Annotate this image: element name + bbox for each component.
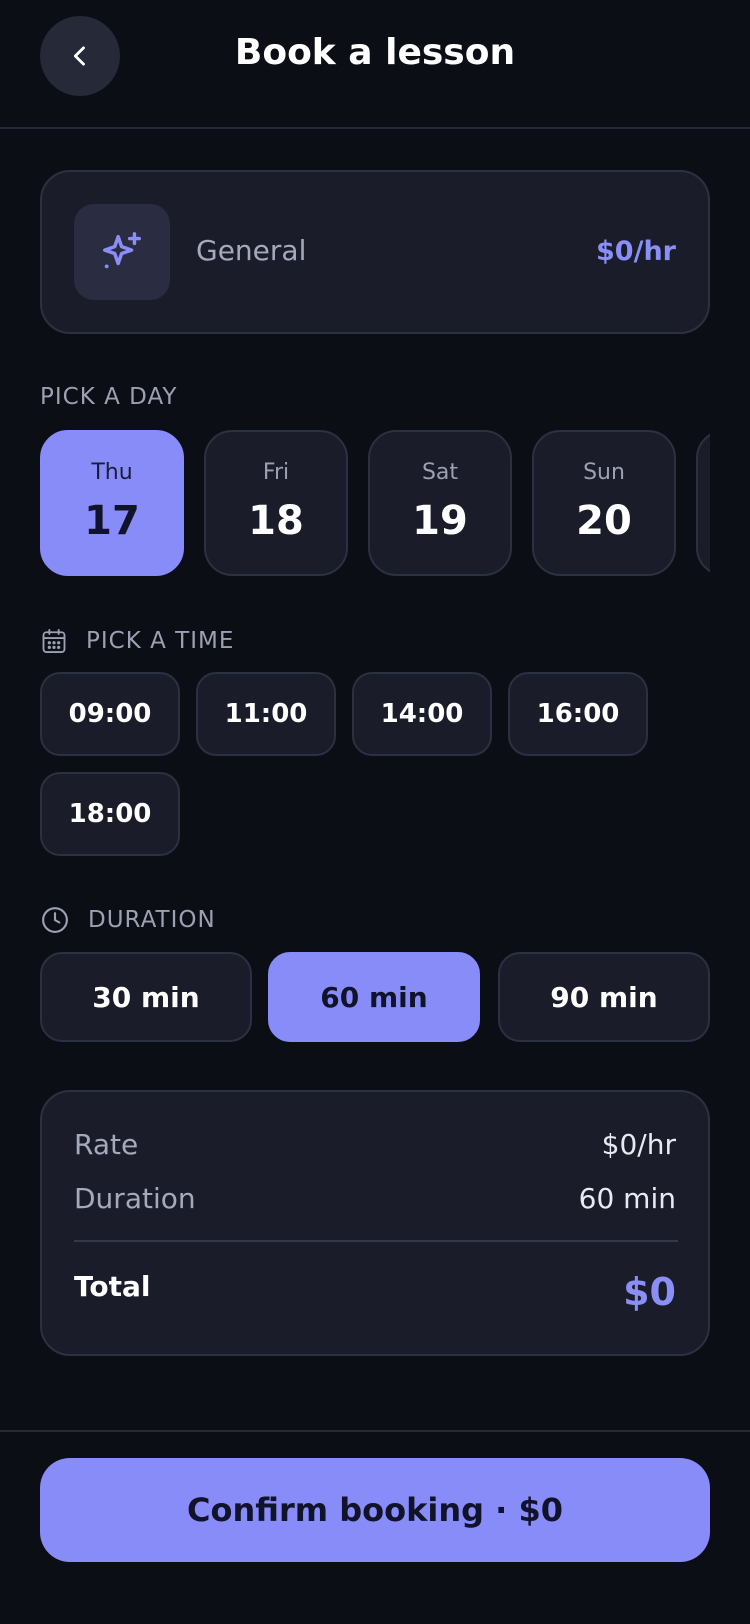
day-weekday: Thu	[91, 460, 133, 485]
subject-rate: $0/hr	[596, 236, 676, 267]
duration-summary-label: Duration	[74, 1182, 196, 1215]
duration-60-button[interactable]: 60 min	[268, 952, 480, 1042]
time-slot-1400[interactable]: 14:00	[352, 672, 492, 756]
day-date: 20	[576, 498, 632, 544]
duration-30-button[interactable]: 30 min	[40, 952, 252, 1042]
duration-90-button[interactable]: 90 min	[498, 952, 710, 1042]
clock-icon	[42, 907, 68, 933]
pick-time-label: PICK A TIME	[86, 628, 235, 654]
duration-label: DURATION	[88, 907, 216, 933]
day-weekday: Sun	[583, 460, 625, 485]
time-slot-1600[interactable]: 16:00	[508, 672, 648, 756]
day-picker: Thu 17 Fri 18 Sat 19 Sun 20	[40, 430, 710, 576]
summary-divider	[74, 1240, 678, 1242]
day-item[interactable]: Thu 17	[40, 430, 184, 576]
duration-header: DURATION	[40, 905, 216, 935]
duration-summary-value: 60 min	[578, 1182, 676, 1215]
day-weekday: Fri	[262, 460, 290, 485]
price-summary: Rate $0/hr Duration 60 min Total $0	[40, 1090, 710, 1356]
day-date: 18	[248, 498, 304, 544]
day-item-partial[interactable]	[696, 430, 710, 576]
pick-day-label: PICK A DAY	[40, 384, 178, 410]
subject-icon-box	[74, 204, 170, 300]
pick-time-header: PICK A TIME	[40, 626, 234, 656]
day-date: 19	[412, 498, 468, 544]
day-item[interactable]: Sat 19	[368, 430, 512, 576]
day-date: 17	[84, 498, 140, 544]
day-item[interactable]: Sun 20	[532, 430, 676, 576]
calendar-icon	[42, 628, 66, 654]
subject-card: General $0/hr	[40, 170, 710, 334]
subject-name: General	[196, 234, 307, 267]
footer: Confirm booking · $0	[0, 1430, 750, 1624]
header: Book a lesson	[0, 0, 750, 129]
booking-screen: Book a lesson General $0/hr PICK A DAY T…	[0, 0, 750, 1624]
time-slot-0900[interactable]: 09:00	[40, 672, 180, 756]
total-label: Total	[74, 1270, 151, 1303]
day-item[interactable]: Fri 18	[204, 430, 348, 576]
rate-label: Rate	[74, 1128, 139, 1161]
total-value: $0	[623, 1270, 676, 1314]
confirm-booking-button[interactable]: Confirm booking · $0	[40, 1458, 710, 1562]
sparkle-icon	[103, 232, 141, 269]
day-weekday: Sat	[421, 460, 459, 485]
time-slot-1100[interactable]: 11:00	[196, 672, 336, 756]
page-title: Book a lesson	[234, 32, 516, 73]
time-slot-1800[interactable]: 18:00	[40, 772, 180, 856]
rate-value: $0/hr	[601, 1128, 676, 1161]
